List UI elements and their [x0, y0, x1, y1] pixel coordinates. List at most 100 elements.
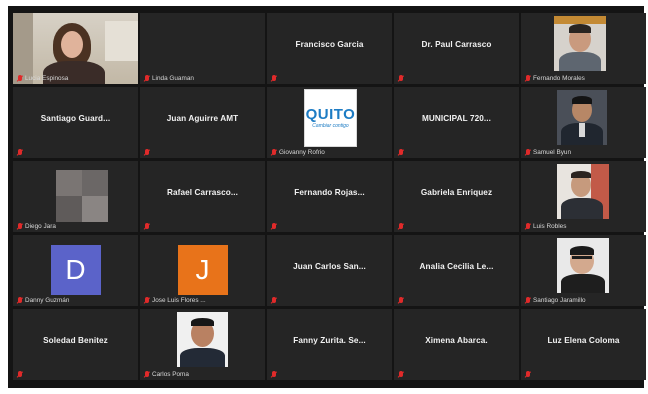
avatar-initial: J	[177, 245, 228, 295]
participant-tile[interactable]: Dr. Paul Carrasco	[394, 13, 519, 84]
participant-tile[interactable]: Juan Carlos San...	[267, 235, 392, 306]
participant-label: Lucia Espinosa	[17, 75, 68, 82]
mic-muted-icon	[525, 223, 531, 230]
mic-muted-icon	[17, 149, 23, 156]
participant-name: Luz Elena Coloma	[547, 336, 620, 345]
participant-label: Carlos Poma	[144, 371, 189, 378]
participant-tile[interactable]: J Jose Luis Flores ...	[140, 235, 265, 306]
participant-tile[interactable]: Carlos Poma	[140, 309, 265, 380]
mic-muted-icon	[271, 149, 277, 156]
participant-name: Juan Carlos San...	[293, 262, 366, 271]
participant-name: Soledad Benitez	[43, 336, 108, 345]
participant-label: Giovanny Rofrio	[271, 149, 325, 156]
meeting-window: Lucia Espinosa Linda Guaman Francisco Ga…	[8, 6, 646, 388]
participant-tile[interactable]: Fanny Zurita. Se...	[267, 309, 392, 380]
participant-name: Dr. Paul Carrasco	[421, 40, 492, 49]
mic-muted-icon	[17, 297, 23, 304]
participant-label	[271, 223, 277, 230]
participant-name: Ximena Abarca.	[425, 336, 488, 345]
participant-tile[interactable]: Gabriela Enriquez	[394, 161, 519, 232]
participant-label	[144, 149, 150, 156]
participant-photo	[557, 164, 609, 219]
participant-tile[interactable]: Fernando Rojas...	[267, 161, 392, 232]
participant-tile[interactable]: Juan Aguirre AMT	[140, 87, 265, 158]
mic-muted-icon	[398, 371, 404, 378]
participant-tile[interactable]: Ximena Abarca.	[394, 309, 519, 380]
mic-muted-icon	[271, 371, 277, 378]
participant-tile[interactable]: Lucia Espinosa	[13, 13, 138, 84]
mic-muted-icon	[17, 223, 23, 230]
mic-muted-icon	[398, 75, 404, 82]
avatar-blurred	[56, 170, 108, 222]
participant-name: Francisco Garcia	[295, 40, 364, 49]
participant-photo	[177, 312, 228, 367]
participant-tile[interactable]: Luis Robles	[521, 161, 646, 232]
participant-label	[271, 297, 277, 304]
avatar-initial: D	[50, 245, 101, 295]
participant-tile[interactable]: Francisco Garcia	[267, 13, 392, 84]
participant-gallery: Lucia Espinosa Linda Guaman Francisco Ga…	[13, 13, 646, 385]
participant-tile[interactable]: QUITO Cambiar contigo Giovanny Rofrio	[267, 87, 392, 158]
participant-label	[271, 371, 277, 378]
participant-label	[398, 75, 404, 82]
participant-label: Fernando Morales	[525, 75, 585, 82]
participant-label	[144, 223, 150, 230]
participant-tile[interactable]: Analia Cecilia Le...	[394, 235, 519, 306]
mic-muted-icon	[398, 149, 404, 156]
participant-label: Linda Guaman	[144, 75, 194, 82]
participant-tile[interactable]: Soledad Benitez	[13, 309, 138, 380]
participant-tile[interactable]: Santiago Jaramillo	[521, 235, 646, 306]
participant-label	[17, 149, 23, 156]
participant-tile[interactable]: Santiago Guard...	[13, 87, 138, 158]
participant-label: Jose Luis Flores ...	[144, 297, 206, 304]
mic-muted-icon	[144, 75, 150, 82]
mic-muted-icon	[525, 149, 531, 156]
participant-label: Santiago Jaramillo	[525, 297, 586, 304]
mic-muted-icon	[144, 223, 150, 230]
mic-muted-icon	[525, 75, 531, 82]
mic-muted-icon	[144, 297, 150, 304]
participant-name: Gabriela Enriquez	[420, 188, 493, 197]
participant-photo	[557, 90, 607, 145]
mic-muted-icon	[144, 371, 150, 378]
participant-label	[398, 297, 404, 304]
participant-photo	[557, 238, 609, 293]
participant-photo	[554, 16, 606, 71]
participant-label: Samuel Byun	[525, 149, 571, 156]
participant-name: Analia Cecilia Le...	[419, 262, 494, 271]
participant-tile[interactable]: Samuel Byun	[521, 87, 646, 158]
mic-muted-icon	[17, 75, 23, 82]
participant-label	[398, 149, 404, 156]
participant-tile[interactable]: MUNICIPAL 720...	[394, 87, 519, 158]
mic-muted-icon	[271, 223, 277, 230]
quito-logo: QUITO Cambiar contigo	[304, 89, 357, 147]
mic-muted-icon	[144, 149, 150, 156]
mic-muted-icon	[271, 75, 277, 82]
participant-name: Fernando Rojas...	[294, 188, 365, 197]
participant-label	[17, 371, 23, 378]
participant-label: Luis Robles	[525, 223, 566, 230]
mic-muted-icon	[525, 297, 531, 304]
participant-tile[interactable]: Rafael Carrasco...	[140, 161, 265, 232]
participant-video	[13, 13, 138, 84]
participant-tile[interactable]: Diego Jara	[13, 161, 138, 232]
participant-label	[398, 371, 404, 378]
participant-name: MUNICIPAL 720...	[421, 114, 492, 123]
participant-label: Diego Jara	[17, 223, 56, 230]
participant-name: Rafael Carrasco...	[167, 188, 238, 197]
participant-tile[interactable]: Fernando Morales	[521, 13, 646, 84]
mic-muted-icon	[398, 223, 404, 230]
participant-name: Juan Aguirre AMT	[166, 114, 239, 123]
mic-muted-icon	[398, 297, 404, 304]
participant-tile[interactable]: Linda Guaman	[140, 13, 265, 84]
participant-label	[271, 75, 277, 82]
mic-muted-icon	[17, 371, 23, 378]
participant-label	[398, 223, 404, 230]
participant-label	[525, 371, 531, 378]
participant-tile[interactable]: D Danny Guzmán	[13, 235, 138, 306]
participant-tile[interactable]: Luz Elena Coloma	[521, 309, 646, 380]
participant-label: Danny Guzmán	[17, 297, 69, 304]
participant-name: Santiago Guard...	[40, 114, 111, 123]
mic-muted-icon	[271, 297, 277, 304]
participant-name: Fanny Zurita. Se...	[293, 336, 366, 345]
